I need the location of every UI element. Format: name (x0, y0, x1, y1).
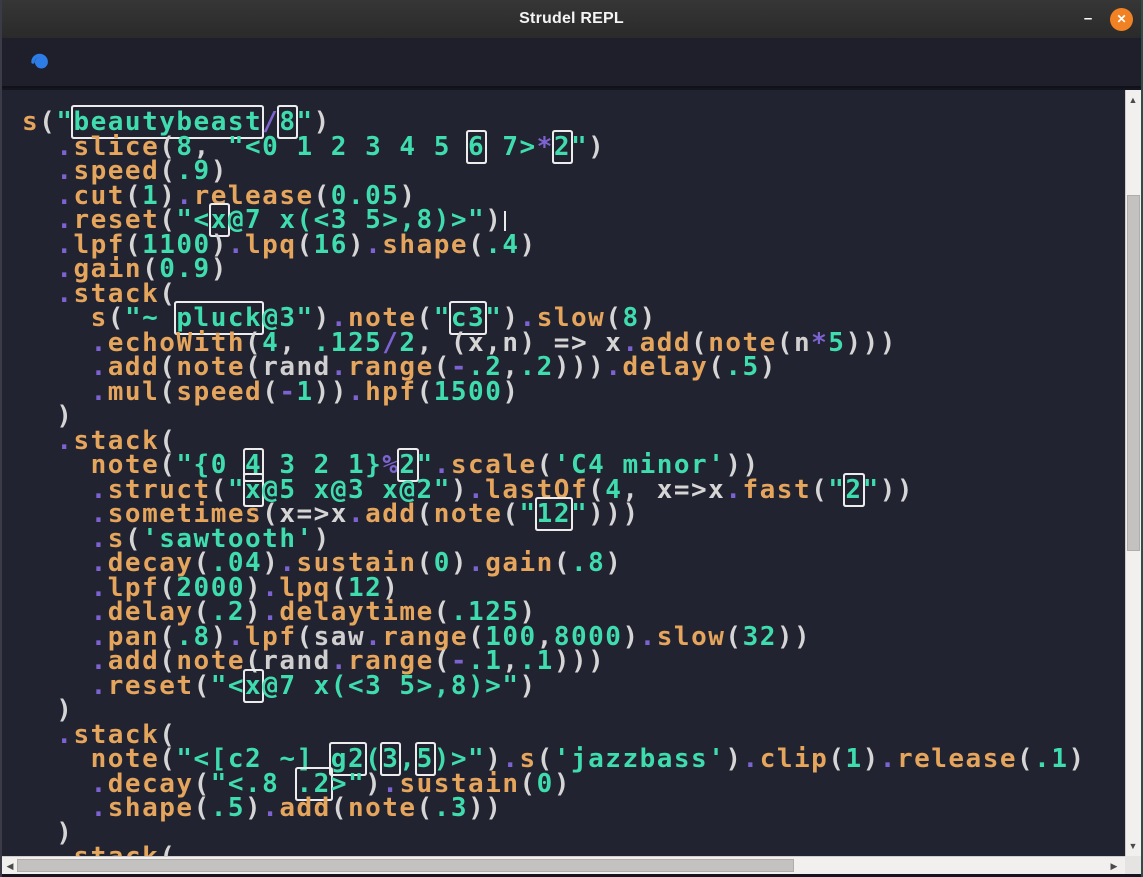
scroll-left-arrow-icon[interactable]: ◀ (3, 859, 17, 873)
horizontal-scrollbar-thumb[interactable] (17, 859, 794, 872)
close-button[interactable]: ✕ (1110, 8, 1133, 31)
vertical-scrollbar[interactable]: ▲ ▼ (1125, 90, 1141, 856)
code-line: ) (22, 698, 1125, 723)
scroll-down-arrow-icon[interactable]: ▼ (1126, 839, 1140, 853)
code-line: .reset("<x@7 x(<3 5>,8)>") (22, 674, 1125, 699)
scrollbar-corner (1125, 856, 1141, 874)
window-controls: – ✕ (1078, 0, 1133, 38)
window-title: Strudel REPL (519, 10, 624, 28)
code-editor[interactable]: s("beautybeast/8") .slice(8, "<0 1 2 3 4… (2, 90, 1125, 856)
strudel-spiral-logo-icon[interactable] (24, 46, 56, 78)
scroll-up-arrow-icon[interactable]: ▲ (1126, 93, 1140, 107)
code-lines: s("beautybeast/8") .slice(8, "<0 1 2 3 4… (2, 90, 1125, 856)
code-line: ) (22, 821, 1125, 846)
minimize-button[interactable]: – (1078, 14, 1098, 24)
app-header (2, 38, 1141, 88)
horizontal-scrollbar[interactable]: ◀ ▶ (2, 856, 1125, 874)
scroll-right-arrow-icon[interactable]: ▶ (1107, 859, 1121, 873)
strudel-repl-window: Strudel REPL – ✕ s("beautybeast/8") .sli… (0, 0, 1143, 877)
code-line: ) (22, 404, 1125, 429)
code-line: .mul(speed(-1)).hpf(1500) (22, 380, 1125, 405)
code-line: .stack( (22, 845, 1125, 856)
code-line: .gain(0.9) (22, 257, 1125, 282)
vertical-scrollbar-thumb[interactable] (1127, 195, 1140, 551)
title-bar: Strudel REPL – ✕ (2, 0, 1141, 38)
code-line: .shape(.5).add(note(.3)) (22, 796, 1125, 821)
text-cursor (504, 211, 506, 231)
